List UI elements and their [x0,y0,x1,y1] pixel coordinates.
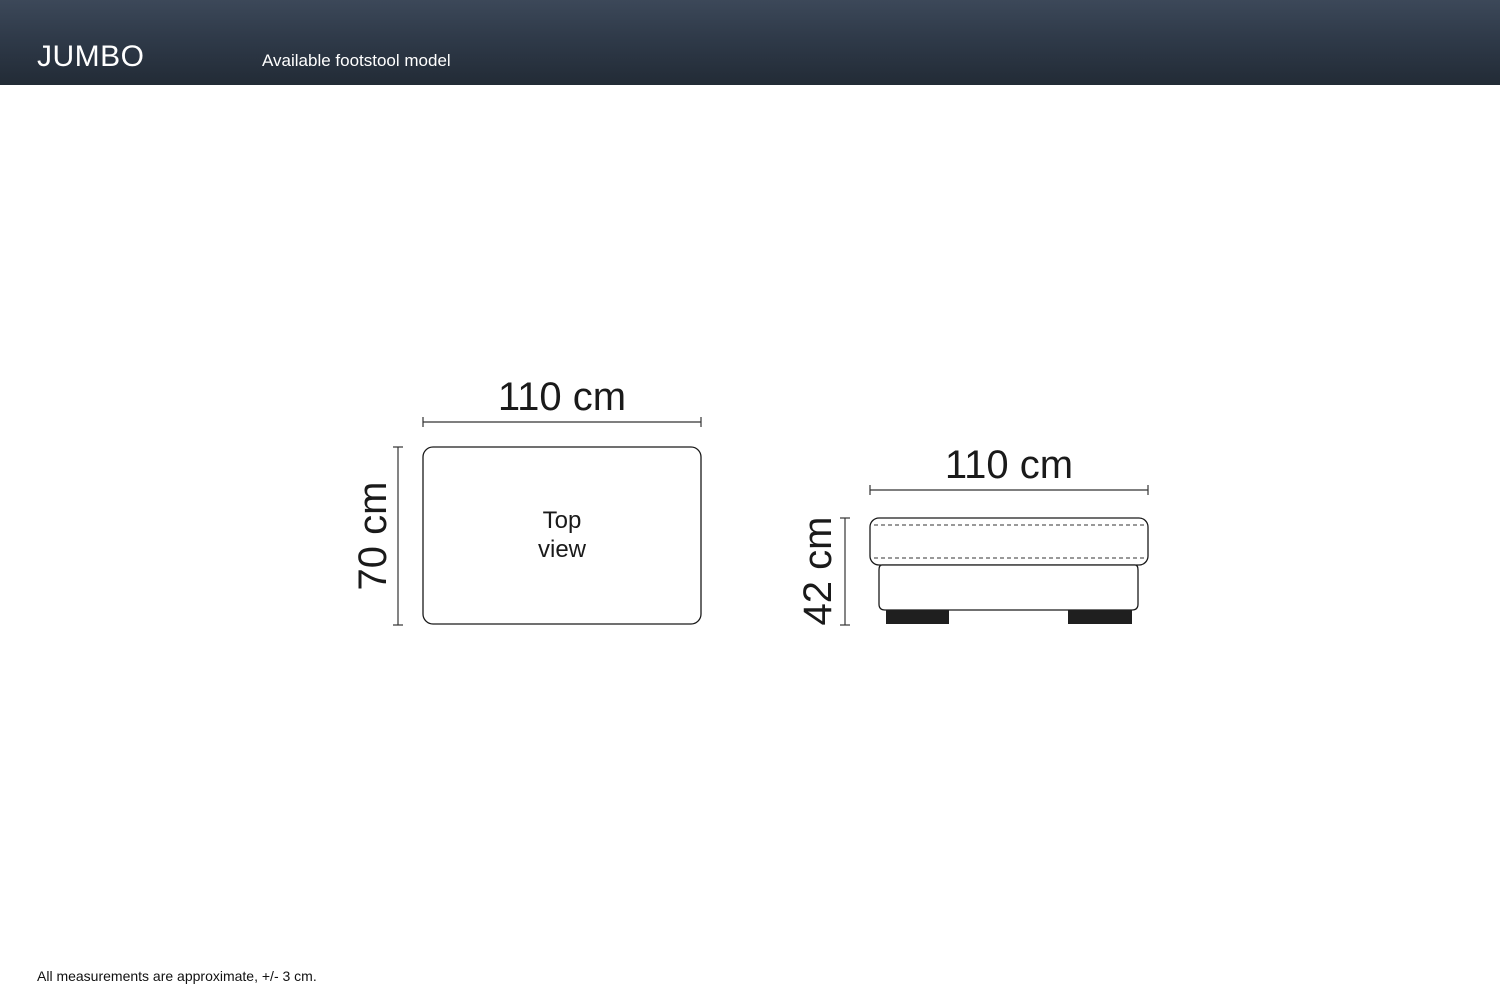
page: JUMBO Available footstool model 110 cm 7… [0,0,1500,1000]
side-view-height-dimension-line [840,517,850,626]
top-view: 110 cm 70 cm Top view [351,375,702,626]
footstool-foot-right [1068,610,1132,624]
side-view-height-label: 42 cm [796,517,840,626]
measurement-footnote: All measurements are approximate, +/- 3 … [37,968,317,984]
side-view-width-label: 110 cm [945,443,1073,487]
dimension-drawing: 110 cm 70 cm Top view 110 cm 42 cm [351,375,1149,626]
top-view-width-label: 110 cm [498,375,626,419]
footstool-foot-left [886,610,949,624]
top-view-depth-label: 70 cm [351,482,395,591]
side-view: 110 cm 42 cm [796,443,1149,626]
footstool-base [878,564,1139,611]
top-view-label-line1: Top [543,507,582,534]
top-view-label-line2: view [538,536,587,563]
